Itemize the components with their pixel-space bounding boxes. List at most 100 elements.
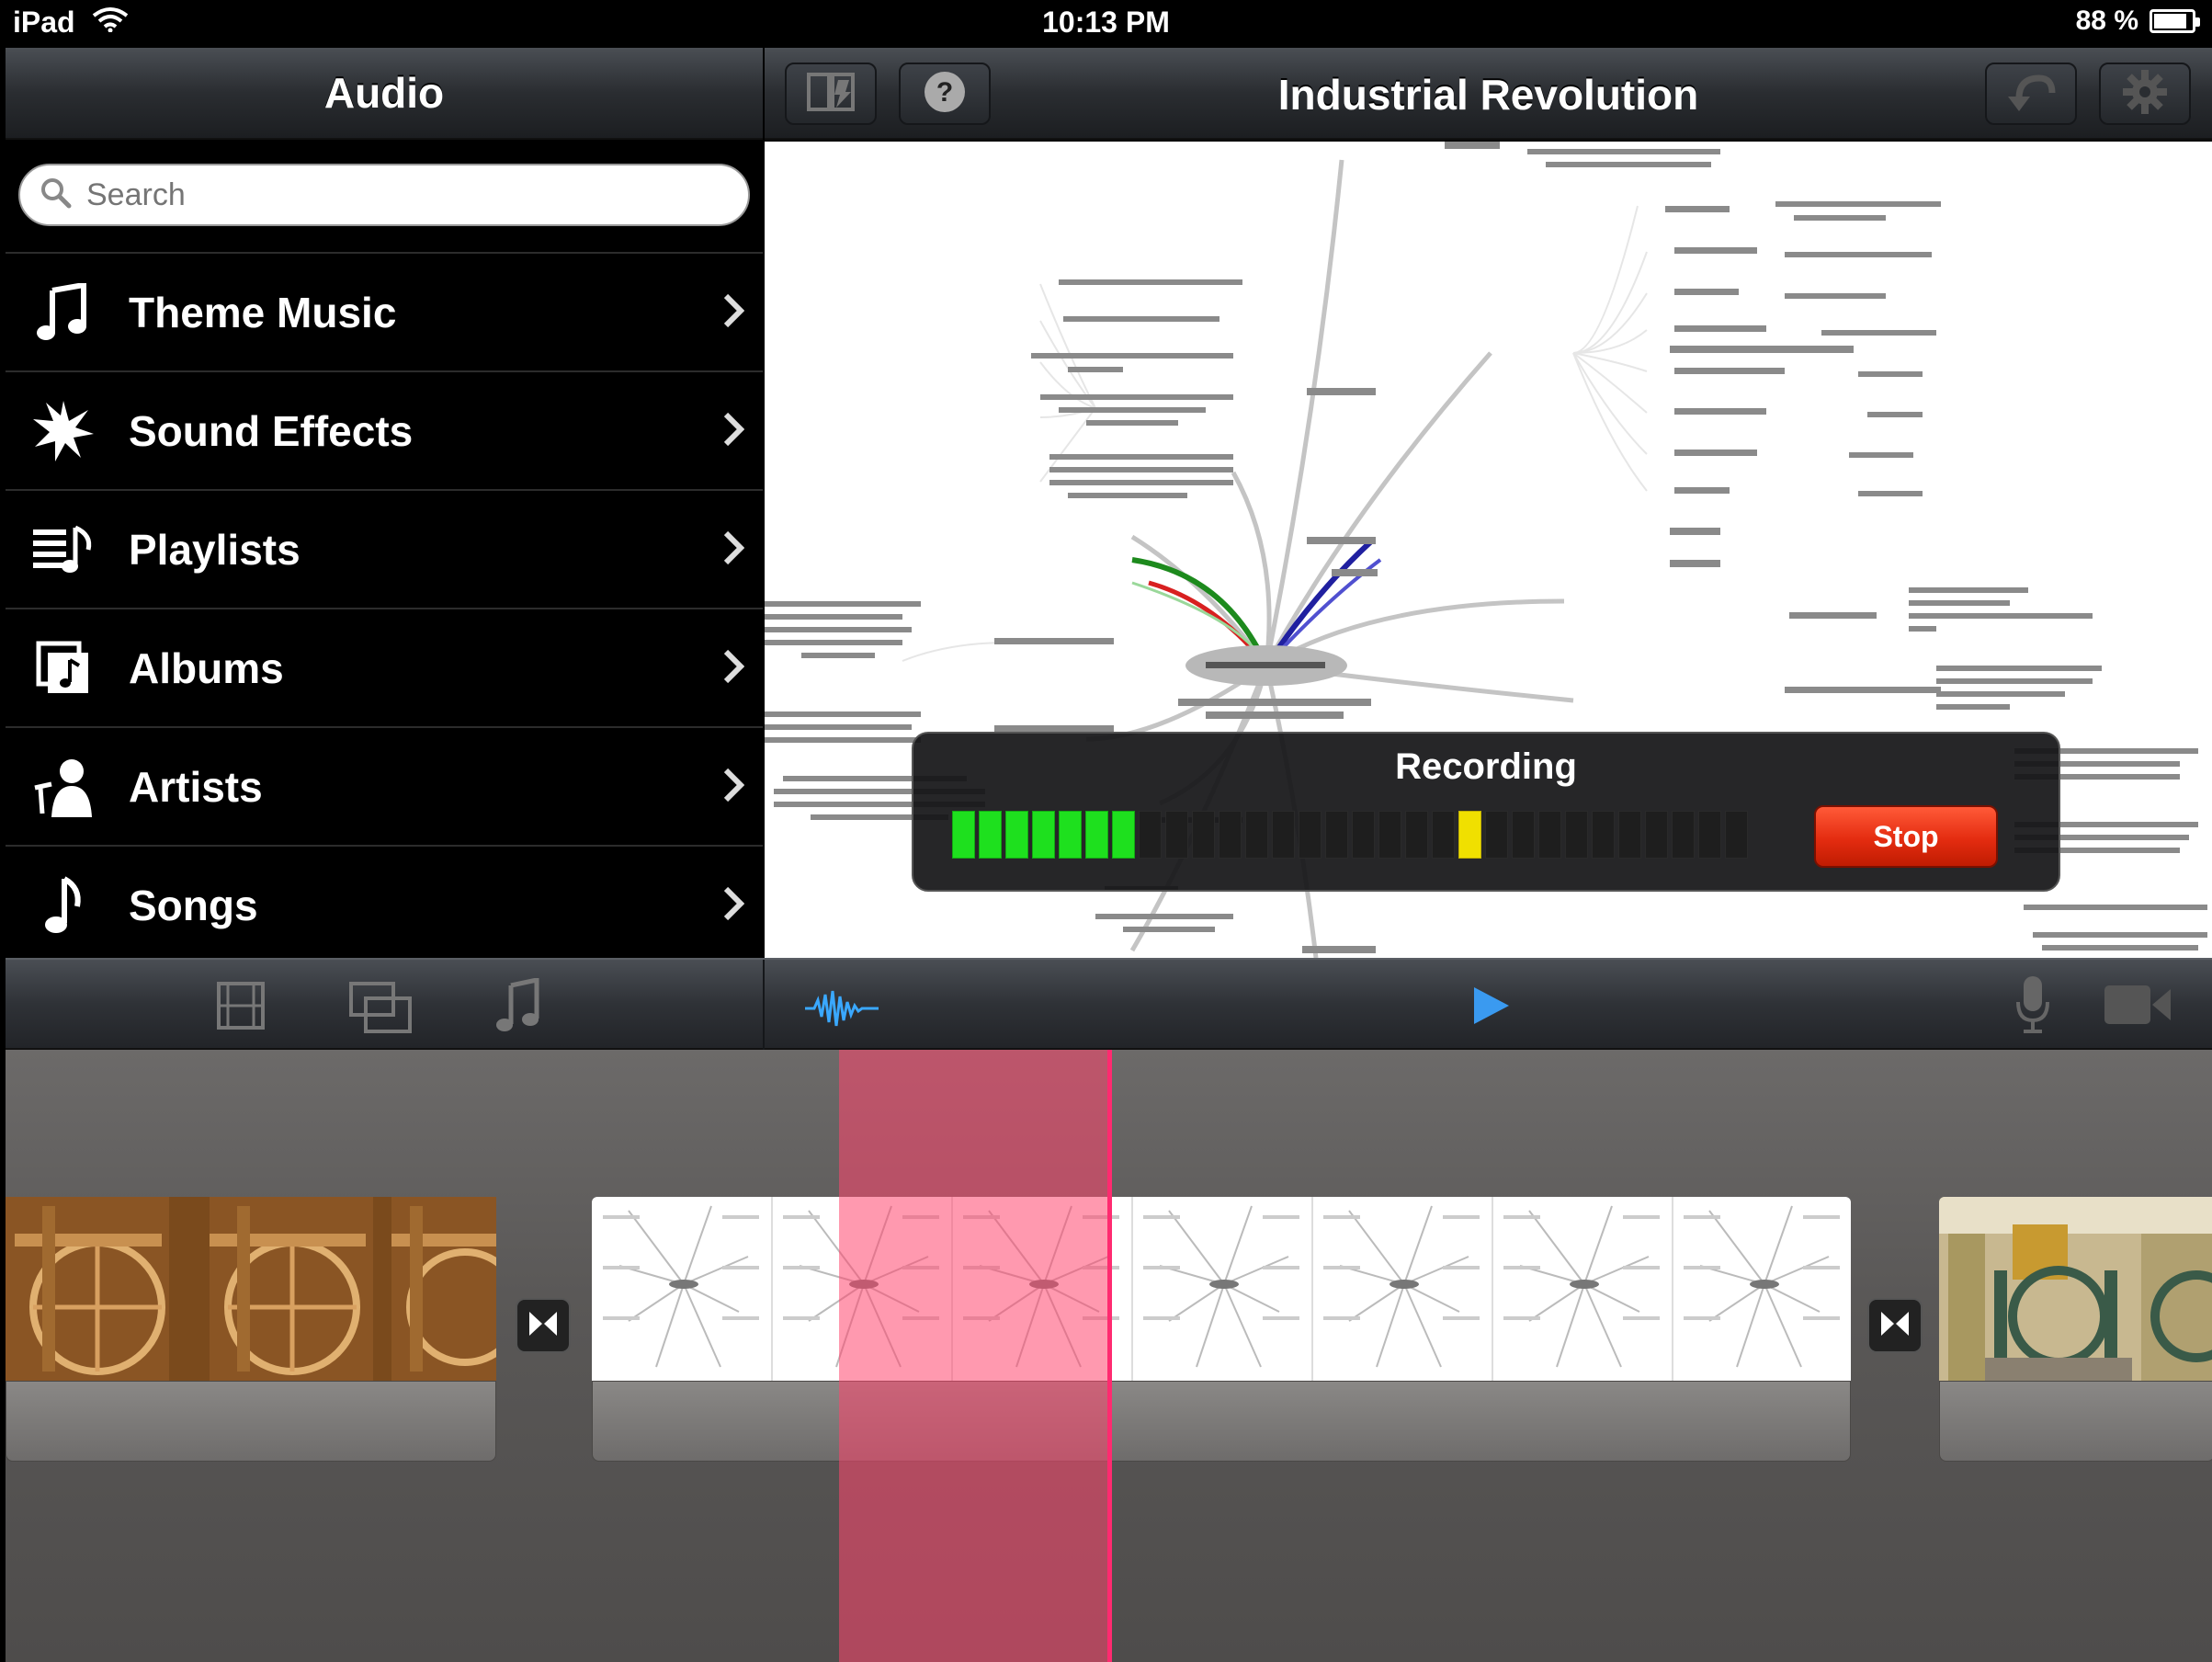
list-item-artists[interactable]: Artists [6,728,763,847]
list-item-theme-music[interactable]: Theme Music [6,254,763,372]
clip-audio-track [1939,1381,2212,1462]
stop-button[interactable]: Stop [1814,805,1998,868]
settings-button[interactable] [2099,63,2191,125]
clip-audio-track [6,1381,496,1462]
status-bar: iPad 10:13 PM 88 % [0,0,2212,46]
chevron-right-icon [722,885,745,927]
chevron-right-icon [722,767,745,808]
artist-icon [31,755,96,819]
audio-nav-bar: Audio [6,48,763,140]
photos-icon[interactable] [347,980,414,1035]
mind-map-frame [1323,1197,1493,1381]
list-item-label: Songs [129,881,258,929]
meter-segment [1512,811,1535,859]
chevron-right-icon [722,411,745,452]
meter-segment [1698,811,1721,859]
meter-segment [1165,811,1188,859]
mind-map-frame [603,1197,773,1381]
battery-fill [2154,14,2186,28]
toolbar-divider [763,960,765,1052]
meter-segment [1405,811,1428,859]
waveform-icon[interactable] [805,987,879,1030]
status-time: 10:13 PM [1042,6,1170,39]
project-header: ? Industrial Revolution [765,48,2212,140]
meter-segment [1352,811,1375,859]
audio-level-meter [952,811,1748,859]
meter-segment [1725,811,1748,859]
list-item-songs[interactable]: Songs [6,847,763,965]
meter-segment [1538,811,1561,859]
undo-icon [2006,71,2056,118]
audio-icon[interactable] [493,978,542,1035]
mind-map-clip[interactable] [592,1197,1851,1381]
mind-map-frame [1143,1197,1313,1381]
search-input[interactable] [86,176,638,213]
project-viewer[interactable]: Recording Stop [765,142,2212,958]
meter-segment [1059,811,1082,859]
battery-icon [2150,9,2200,33]
transition-button[interactable] [516,1298,571,1353]
starburst-icon [31,399,96,463]
meter-segment [1672,811,1695,859]
meter-segment [1192,811,1215,859]
recording-title: Recording [1395,746,1577,787]
meter-segment [1618,811,1641,859]
meter-segment [1592,811,1615,859]
audio-browser: Audio Theme Music Sound Effects Playlist… [6,48,763,965]
meter-segment [1272,811,1295,859]
transition-icon [1879,1310,1911,1342]
list-item-sound-effects[interactable]: Sound Effects [6,372,763,491]
play-icon[interactable] [1469,984,1513,1028]
audio-title: Audio [323,69,445,117]
meter-segment [1112,811,1135,859]
music-note-icon [31,280,96,345]
recording-region [839,1050,1107,1662]
search-field[interactable] [18,164,750,226]
list-item-label: Playlists [129,525,301,574]
recording-hud: Recording Stop [912,732,2060,892]
meter-segment [1219,811,1242,859]
spinning-wheel-clip[interactable] [6,1197,496,1381]
media-toolbar [6,958,2212,1052]
meter-segment [1005,811,1028,859]
search-icon [40,177,72,213]
chevron-right-icon [722,648,745,689]
undo-button[interactable] [1985,63,2077,125]
steam-engine-clip[interactable] [1939,1197,2212,1381]
meter-segment [1645,811,1668,859]
microphone-icon[interactable] [2014,974,2051,1035]
clip-audio-track [592,1381,1851,1462]
meter-segment [1378,811,1401,859]
meter-segment [1325,811,1348,859]
meter-segment [1565,811,1588,859]
playlist-icon [31,518,96,582]
list-item-label: Theme Music [129,288,397,336]
transition-icon [527,1310,559,1342]
single-note-icon [31,873,96,938]
meter-segment [1085,811,1108,859]
meter-segment [1245,811,1268,859]
meter-segment [1139,811,1162,859]
meter-segment [1485,811,1508,859]
battery-percent: 88 % [2075,6,2138,36]
meter-segment [1432,811,1455,859]
meter-segment [979,811,1002,859]
chevron-right-icon [722,292,745,334]
video-clips-icon[interactable] [215,980,267,1031]
meter-segment [1299,811,1322,859]
mind-map-frame [1503,1197,1673,1381]
playhead[interactable] [1107,1050,1112,1662]
list-item-albums[interactable]: Albums [6,609,763,728]
list-item-label: Artists [129,762,263,811]
list-item-label: Albums [129,643,284,692]
gear-icon [2122,69,2168,120]
album-icon [31,636,96,700]
timeline[interactable] [6,1050,2212,1662]
list-item-playlists[interactable]: Playlists [6,491,763,609]
meter-peak-segment [1458,811,1481,859]
transition-button[interactable] [1867,1298,1923,1353]
list-item-label: Sound Effects [129,406,414,455]
camera-icon[interactable] [2103,982,2172,1028]
meter-segment [1032,811,1055,859]
search-container [6,140,763,254]
